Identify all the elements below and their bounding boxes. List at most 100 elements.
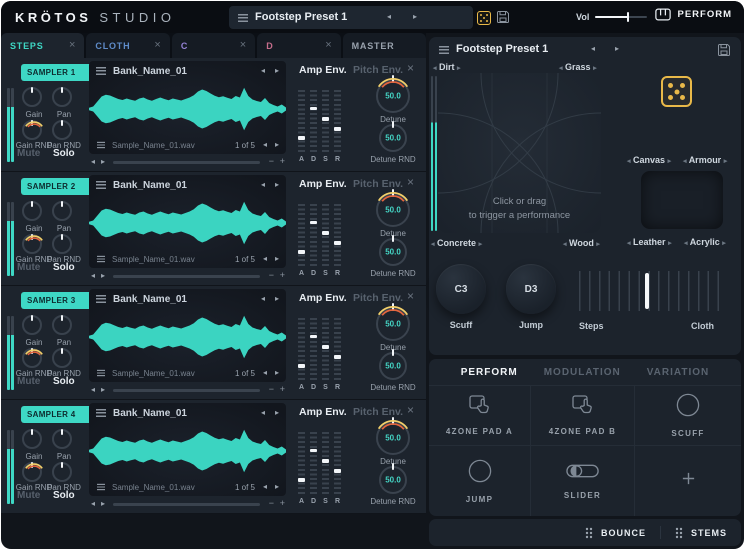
scrollbar[interactable] [113, 161, 260, 164]
mapping-cell[interactable]: SCUFF [634, 386, 741, 446]
zoom-out-button[interactable]: − [269, 498, 274, 508]
mini-label-leather[interactable]: ◂ Leather ▸ [627, 237, 672, 250]
panel-tab[interactable]: CLOTH × [86, 33, 170, 58]
chevron-right-icon[interactable]: ▸ [275, 179, 279, 191]
solo-button[interactable]: Solo [53, 148, 75, 159]
gain-rnd-knob[interactable] [22, 120, 43, 140]
mini-label-canvas[interactable]: ◂ Canvas ▸ [627, 155, 671, 168]
sustain-slider[interactable] [322, 432, 329, 494]
hamburger-icon[interactable] [96, 67, 106, 75]
chevron-left-icon[interactable]: ◂ [261, 65, 265, 77]
pan-rnd-knob[interactable] [52, 462, 72, 482]
zoom-in-button[interactable]: + [280, 498, 285, 508]
chevron-left-icon[interactable]: ◂ [387, 11, 391, 23]
release-slider[interactable] [334, 432, 341, 494]
save-icon[interactable] [717, 43, 731, 57]
pan-knob[interactable] [52, 315, 72, 335]
tab-pitch-env[interactable]: Pitch Env. [353, 178, 403, 190]
mute-button[interactable]: Mute [17, 490, 40, 501]
chevron-left-icon[interactable]: ◂ [263, 253, 267, 265]
chevron-right-icon[interactable]: ▸ [275, 293, 279, 305]
chevron-left-icon[interactable]: ◂ [261, 293, 265, 305]
chevron-left-icon[interactable]: ◂ [263, 367, 267, 379]
sampler-select[interactable]: SAMPLER 2 ▾ [21, 178, 99, 195]
chevron-right-icon[interactable]: ▸ [413, 11, 417, 23]
pan-knob[interactable] [52, 201, 72, 221]
scrollbar[interactable] [113, 503, 260, 506]
mapping-cell[interactable]: SLIDER [530, 446, 634, 516]
close-icon[interactable]: × [154, 40, 160, 51]
sampler-select[interactable]: SAMPLER 3 ▾ [21, 292, 99, 309]
hamburger-icon[interactable] [439, 46, 449, 54]
pan-rnd-knob[interactable] [52, 348, 72, 368]
tab-pitch-env[interactable]: Pitch Env. [353, 406, 403, 418]
scroll-left-icon[interactable]: ◂ [91, 270, 95, 282]
close-icon[interactable]: × [407, 175, 414, 189]
tab-amp-env[interactable]: Amp Env. [299, 406, 347, 418]
scroll-right-icon[interactable]: ▸ [101, 270, 105, 282]
mute-button[interactable]: Mute [17, 262, 40, 273]
chevron-left-icon[interactable]: ◂ [261, 407, 265, 419]
mapping-tab[interactable]: MODULATION [544, 367, 621, 378]
pan-rnd-knob[interactable] [52, 120, 72, 140]
bounce-button[interactable]: BOUNCE [585, 527, 646, 539]
panel-tab[interactable]: MASTER × [342, 33, 427, 58]
detune-rnd-knob[interactable]: 50.0 [379, 235, 407, 266]
detune-knob[interactable]: 50.0 [376, 417, 410, 455]
waveform-display[interactable]: Bank_Name_01 ◂ ▸ Sample_Name_01.wav 1 of… [89, 175, 286, 268]
attack-slider[interactable] [298, 204, 305, 266]
morph-slider[interactable] [579, 271, 719, 311]
zoom-in-button[interactable]: + [280, 384, 285, 394]
scrollbar[interactable] [113, 275, 260, 278]
gain-knob[interactable] [22, 87, 42, 107]
close-icon[interactable]: × [240, 40, 246, 51]
detune-knob[interactable]: 50.0 [376, 75, 410, 113]
sampler-select[interactable]: SAMPLER 1 ▾ [21, 64, 99, 81]
pan-knob[interactable] [52, 87, 72, 107]
mapping-cell[interactable]: 4ZONE PAD A [429, 386, 530, 446]
chevron-left-icon[interactable]: ◂ [591, 43, 595, 55]
mapping-cell[interactable]: JUMP [429, 446, 530, 516]
hamburger-icon[interactable] [97, 483, 105, 491]
panel-tab[interactable]: STEPS × [1, 33, 85, 58]
detune-rnd-knob[interactable]: 50.0 [379, 349, 407, 380]
volume-slider[interactable] [595, 12, 647, 22]
solo-button[interactable]: Solo [53, 490, 75, 501]
sustain-slider[interactable] [322, 90, 329, 152]
pan-knob[interactable] [52, 429, 72, 449]
sampler-select[interactable]: SAMPLER 4 ▾ [21, 406, 99, 423]
gain-knob[interactable] [22, 429, 42, 449]
chevron-left-icon[interactable]: ◂ [263, 139, 267, 151]
xy-performance-pad[interactable]: Click or drag to trigger a performance [438, 73, 601, 233]
zoom-in-button[interactable]: + [280, 156, 285, 166]
chevron-right-icon[interactable]: ▸ [275, 481, 279, 493]
volume-handle[interactable] [626, 12, 630, 22]
detune-knob[interactable]: 50.0 [376, 303, 410, 341]
release-slider[interactable] [334, 318, 341, 380]
gain-knob[interactable] [22, 315, 42, 335]
scroll-left-icon[interactable]: ◂ [91, 156, 95, 168]
chevron-right-icon[interactable]: ▸ [615, 43, 619, 55]
decay-slider[interactable] [310, 90, 317, 152]
decay-slider[interactable] [310, 432, 317, 494]
waveform-display[interactable]: Bank_Name_01 ◂ ▸ Sample_Name_01.wav 1 of… [89, 289, 286, 382]
hamburger-icon[interactable] [96, 409, 106, 417]
sustain-slider[interactable] [322, 318, 329, 380]
scroll-right-icon[interactable]: ▸ [101, 156, 105, 168]
zoom-out-button[interactable]: − [269, 156, 274, 166]
waveform-display[interactable]: Bank_Name_01 ◂ ▸ Sample_Name_01.wav 1 of… [89, 403, 286, 496]
scroll-left-icon[interactable]: ◂ [91, 384, 95, 396]
scroll-right-icon[interactable]: ▸ [101, 384, 105, 396]
decay-slider[interactable] [310, 318, 317, 380]
mapping-cell[interactable]: 4ZONE PAD B [530, 386, 634, 446]
hamburger-icon[interactable] [97, 255, 105, 263]
trigger-pad-jump[interactable]: D3 [506, 264, 556, 314]
tab-amp-env[interactable]: Amp Env. [299, 178, 347, 190]
trigger-pad-scuff[interactable]: C3 [436, 264, 486, 314]
gain-rnd-knob[interactable] [22, 234, 43, 254]
hamburger-icon[interactable] [96, 295, 106, 303]
chevron-left-icon[interactable]: ◂ [263, 481, 267, 493]
hamburger-icon[interactable] [96, 181, 106, 189]
gain-rnd-knob[interactable] [22, 348, 43, 368]
panel-tab[interactable]: D × [257, 33, 341, 58]
